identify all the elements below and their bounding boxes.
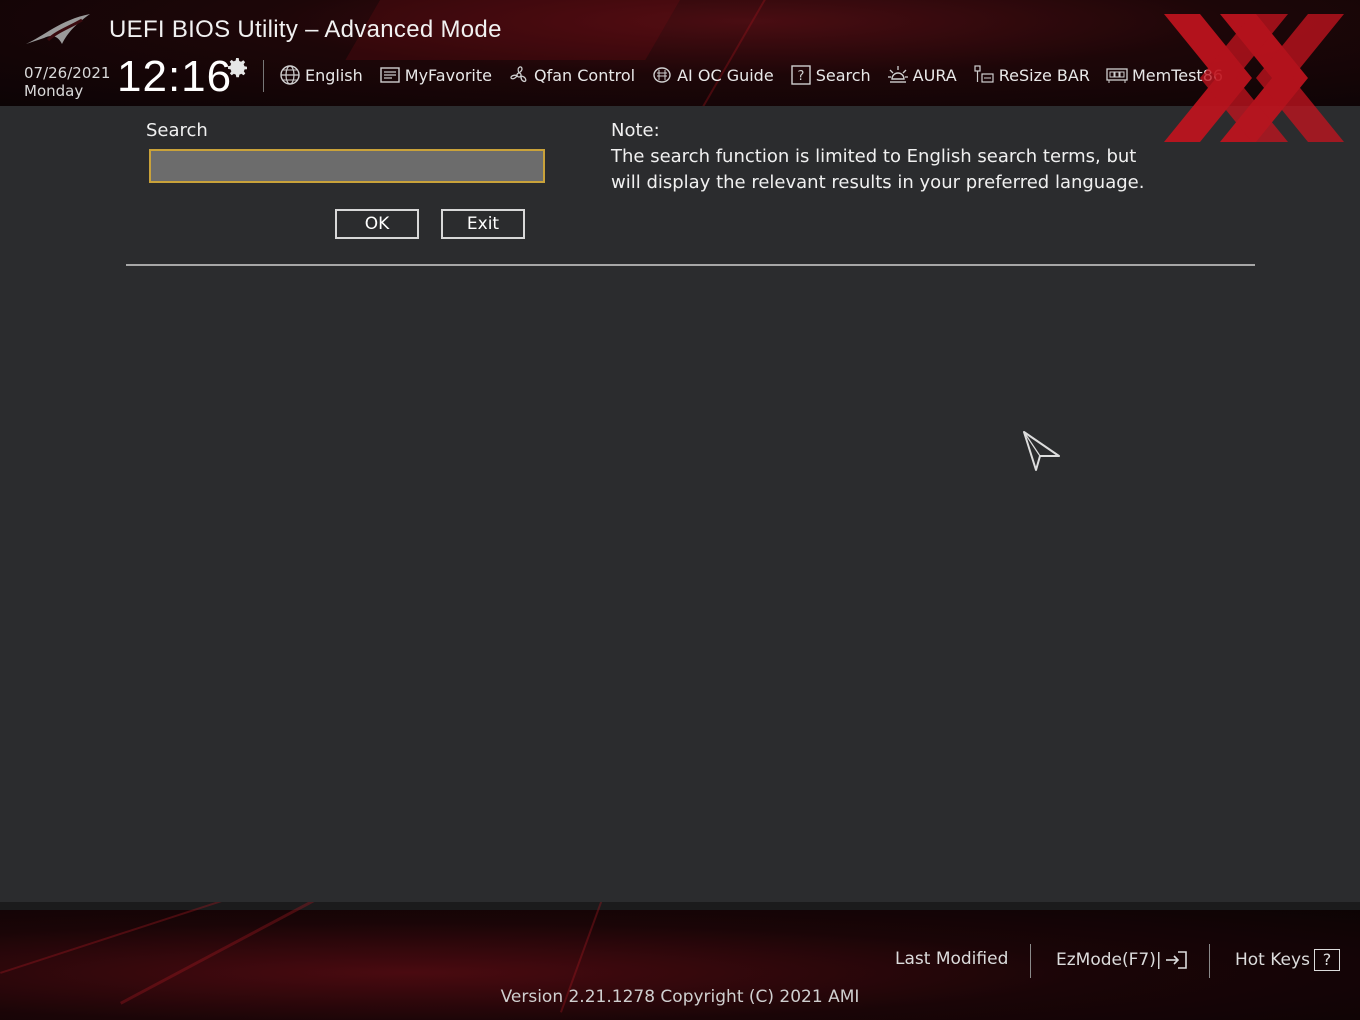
note-title: Note: <box>611 120 660 141</box>
menu-label: AURA <box>912 65 957 85</box>
date-display: 07/26/2021 Monday <box>24 64 110 100</box>
section-divider <box>126 264 1255 266</box>
bios-screen: UEFI BIOS Utility – Advanced Mode 07/26/… <box>0 0 1360 1020</box>
footer-decoration <box>0 902 248 974</box>
clock-display: 12:16 <box>117 52 233 101</box>
footer-divider <box>1030 944 1031 978</box>
exit-button[interactable]: Exit <box>441 209 525 239</box>
menu-search[interactable]: ? Search <box>790 64 871 86</box>
menu-resize-bar[interactable]: ReSize BAR <box>973 64 1090 86</box>
menu-english[interactable]: English <box>279 64 363 86</box>
last-modified-link[interactable]: Last Modified <box>895 949 1008 969</box>
page-title: UEFI BIOS Utility – Advanced Mode <box>109 16 502 43</box>
menu-label: AI OC Guide <box>677 65 774 85</box>
weekday-text: Monday <box>24 82 84 100</box>
ai-chip-icon <box>653 67 671 83</box>
fan-icon <box>510 66 527 83</box>
header-bar: UEFI BIOS Utility – Advanced Mode 07/26/… <box>0 0 1360 106</box>
menu-aura[interactable]: AURA <box>887 64 957 86</box>
main-panel: Search OK Exit Note: The search function… <box>0 106 1360 902</box>
ezmode-link[interactable]: EzMode(F7)| <box>1056 949 1190 971</box>
exit-arrow-icon <box>1165 951 1187 969</box>
rog-logo-icon <box>26 14 90 44</box>
footer-divider <box>1209 944 1210 978</box>
date-text: 07/26/2021 <box>24 64 111 82</box>
hot-keys-label: Hot Keys <box>1235 950 1310 970</box>
svg-text:?: ? <box>797 69 804 84</box>
question-box-icon: ? <box>1313 949 1340 971</box>
menu-label: ReSize BAR <box>998 65 1090 85</box>
menu-label: Search <box>815 65 871 85</box>
footer-bar: Last Modified EzMode(F7)| Hot Keys ? Ver… <box>0 902 1360 1020</box>
ezmode-label: EzMode(F7)| <box>1056 950 1162 970</box>
favorite-list-icon <box>380 67 400 83</box>
menu-label: Qfan Control <box>534 65 636 85</box>
menu-qfan-control[interactable]: Qfan Control <box>508 64 635 86</box>
ok-button[interactable]: OK <box>335 209 419 239</box>
mouse-cursor-icon <box>1023 431 1060 471</box>
top-menu: English MyFavorite Qfan Control AI OC Gu… <box>279 62 1239 88</box>
menu-label: English <box>305 65 363 85</box>
aura-light-icon <box>887 66 908 83</box>
hot-keys-link[interactable]: Hot Keys ? <box>1235 949 1340 971</box>
menu-myfavorite[interactable]: MyFavorite <box>379 64 492 86</box>
resize-bar-icon <box>974 65 994 83</box>
header-divider <box>263 60 264 92</box>
memory-icon <box>1106 68 1128 83</box>
version-text: Version 2.21.1278 Copyright (C) 2021 AMI <box>500 987 860 1007</box>
watermark-logo-icon <box>1164 14 1344 142</box>
search-label: Search <box>146 120 208 141</box>
header-decoration <box>700 0 832 106</box>
globe-icon <box>280 65 300 85</box>
menu-label: MyFavorite <box>404 65 492 85</box>
search-input[interactable] <box>149 149 545 183</box>
question-box-icon: ? <box>790 65 811 85</box>
gear-icon[interactable] <box>226 56 250 80</box>
menu-ai-oc-guide[interactable]: AI OC Guide <box>651 64 774 86</box>
note-text: The search function is limited to Englis… <box>611 146 1145 193</box>
